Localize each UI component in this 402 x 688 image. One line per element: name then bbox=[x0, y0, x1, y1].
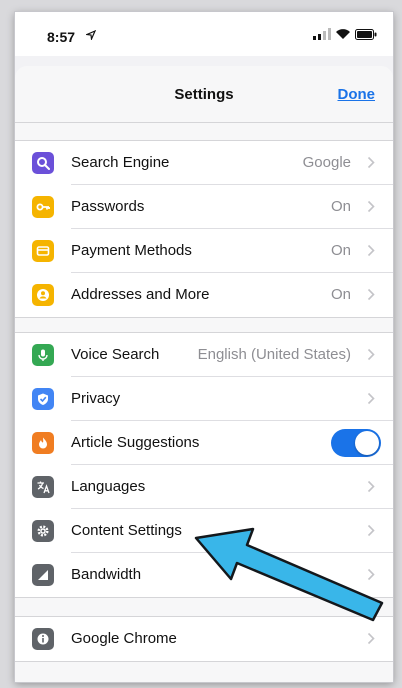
settings-item-label: Bandwidth bbox=[71, 566, 142, 583]
search-icon bbox=[32, 152, 54, 174]
chevron-right-icon bbox=[367, 200, 375, 213]
person-icon bbox=[32, 284, 54, 306]
status-time: 8:57 bbox=[47, 29, 76, 45]
chevron-right-icon bbox=[367, 244, 375, 257]
cellular-signal-icon bbox=[313, 28, 331, 40]
settings-item-label: Google Chrome bbox=[71, 630, 177, 647]
settings-group-1: Search Engine Google Passwords On Payment Me… bbox=[15, 140, 393, 318]
chevron-right-icon bbox=[367, 392, 375, 405]
chevron-right-icon bbox=[367, 156, 375, 169]
flame-icon bbox=[32, 432, 54, 454]
settings-item-value: On bbox=[330, 198, 351, 215]
settings-item-addresses-and-more[interactable]: Addresses and More On bbox=[15, 273, 393, 317]
settings-item-label: Languages bbox=[71, 478, 146, 495]
article-suggestions-toggle[interactable] bbox=[331, 429, 381, 457]
settings-item-payment-methods[interactable]: Payment Methods On bbox=[15, 229, 393, 273]
gear-icon bbox=[32, 520, 54, 542]
done-button[interactable]: Done bbox=[338, 86, 376, 103]
settings-item-value: On bbox=[330, 242, 351, 259]
chevron-right-icon bbox=[367, 632, 375, 645]
settings-item-label: Payment Methods bbox=[71, 242, 192, 259]
microphone-icon bbox=[32, 344, 54, 366]
settings-item-label: Search Engine bbox=[71, 154, 170, 171]
settings-item-label: Content Settings bbox=[71, 522, 182, 539]
settings-item-privacy[interactable]: Privacy bbox=[15, 377, 393, 421]
settings-item-label: Privacy bbox=[71, 390, 121, 407]
settings-item-languages[interactable]: Languages bbox=[15, 465, 393, 509]
wifi-icon bbox=[336, 29, 350, 39]
chevron-right-icon bbox=[367, 348, 375, 361]
signal-icon bbox=[32, 564, 54, 586]
settings-item-bandwidth[interactable]: Bandwidth bbox=[15, 553, 393, 597]
settings-item-label: Voice Search bbox=[71, 346, 160, 363]
settings-item-label: Article Suggestions bbox=[71, 434, 200, 451]
settings-item-value: Google bbox=[302, 154, 351, 171]
settings-item-label: Addresses and More bbox=[71, 286, 210, 303]
settings-item-value: English (United States) bbox=[197, 346, 351, 363]
settings-group-2: Voice Search English (United States) Priva… bbox=[15, 332, 393, 598]
status-bar: 8:57 bbox=[15, 12, 393, 56]
key-icon bbox=[32, 196, 54, 218]
settings-item-google-chrome[interactable]: Google Chrome bbox=[15, 617, 393, 661]
settings-item-content-settings[interactable]: Content Settings bbox=[15, 509, 393, 553]
phone-screen: 8:57 Settings Done Search Engine Google … bbox=[15, 12, 393, 682]
page-title: Settings bbox=[174, 86, 234, 103]
translate-icon bbox=[32, 476, 54, 498]
location-arrow-icon bbox=[86, 30, 96, 40]
settings-item-label: Passwords bbox=[71, 198, 145, 215]
chevron-right-icon bbox=[367, 480, 375, 493]
settings-item-passwords[interactable]: Passwords On bbox=[15, 185, 393, 229]
chevron-right-icon bbox=[367, 288, 375, 301]
card-icon bbox=[32, 240, 54, 262]
chevron-right-icon bbox=[367, 568, 375, 581]
status-icons bbox=[313, 28, 377, 42]
battery-icon bbox=[355, 29, 377, 40]
toggle-knob bbox=[355, 431, 379, 455]
chevron-right-icon bbox=[367, 524, 375, 537]
settings-item-voice-search[interactable]: Voice Search English (United States) bbox=[15, 333, 393, 377]
settings-item-article-suggestions[interactable]: Article Suggestions bbox=[15, 421, 393, 465]
shield-icon bbox=[32, 388, 54, 410]
settings-group-3: Google Chrome bbox=[15, 616, 393, 662]
settings-item-value: On bbox=[330, 286, 351, 303]
navigation-bar: Settings Done bbox=[15, 66, 393, 123]
info-icon bbox=[32, 628, 54, 650]
settings-item-search-engine[interactable]: Search Engine Google bbox=[15, 141, 393, 185]
